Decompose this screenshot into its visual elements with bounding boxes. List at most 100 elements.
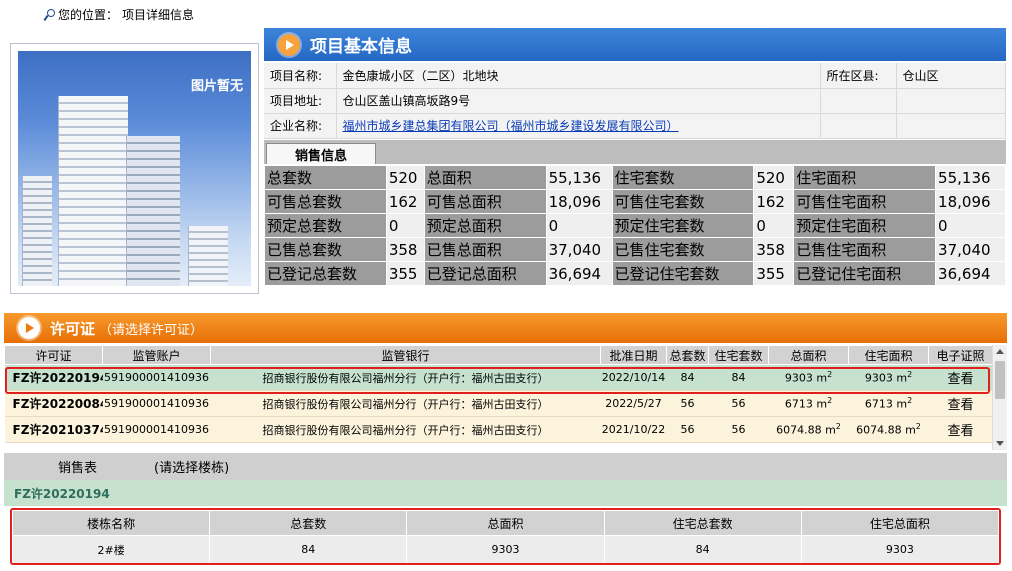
permit-account: 591900001410936	[102, 416, 211, 443]
sales-value: 37,040	[935, 237, 1006, 262]
sales-value: 18,096	[545, 189, 613, 214]
project-name-value: 金色康城小区（二区）北地块	[336, 63, 821, 89]
sales-value: 55,136	[935, 165, 1006, 190]
play-circle-icon	[278, 33, 300, 56]
permit-column-header: 住宅面积	[848, 345, 929, 365]
sales-value: 0	[385, 213, 425, 238]
sales-value: 355	[385, 261, 425, 286]
permit-account: 591900001410936	[102, 390, 211, 417]
building-column-header: 总面积	[406, 510, 605, 536]
permit-list: 许可证 监管账户 监管银行 批准日期 总套数 住宅套数 总面积 住宅面积 电子证照 FZ许202…	[4, 345, 1007, 450]
area-unit-exponent: 2	[915, 422, 921, 432]
building-cell: 84	[603, 535, 802, 563]
permit-number[interactable]: FZ许20210374	[4, 416, 103, 443]
basic-info-table: 项目名称: 金色康城小区（二区）北地块 所在区县: 仓山区 项目地址: 仓山区盖…	[264, 63, 1006, 139]
selected-permit-number: FZ许20220194	[4, 480, 1007, 506]
sales-label: 可售住宅套数	[611, 189, 755, 214]
permit-total: 56	[666, 416, 709, 443]
sales-label: 已登记住宅面积	[793, 261, 937, 286]
sales-table-hint: (请选择楼栋)	[154, 461, 230, 476]
sales-row: 已登记总套数 355 已登记总面积 36,694 已登记住宅套数 355 已登记住宅面积 36…	[264, 261, 1006, 286]
area-value: 6713	[864, 397, 897, 411]
sales-value: 55,136	[545, 165, 613, 190]
sales-label: 预定住宅套数	[611, 213, 755, 238]
sales-value: 0	[753, 213, 795, 238]
permit-table: 许可证 监管账户 监管银行 批准日期 总套数 住宅套数 总面积 住宅面积 电子证照 FZ许202…	[4, 345, 993, 443]
permit-title: 许可证	[50, 319, 96, 338]
area-unit-exponent: 2	[827, 396, 833, 406]
selected-permit-highlight	[5, 367, 990, 394]
area-value: 6074.88	[776, 423, 826, 437]
permit-column-header: 监管账户	[102, 345, 211, 365]
permit-column-header: 许可证	[4, 345, 103, 365]
basic-info-title: 项目基本信息	[310, 37, 412, 57]
area-unit: m	[825, 423, 836, 437]
no-image-text: 图片暂无	[190, 79, 243, 94]
building-column-header: 住宅总套数	[603, 510, 802, 536]
permit-total: 56	[666, 390, 709, 417]
sales-value: 37,040	[545, 237, 613, 262]
company-link[interactable]: 福州市城乡建总集团有限公司（福州市城乡建设发展有限公司）	[343, 119, 679, 133]
permit-column-header: 批准日期	[600, 345, 667, 365]
permit-header: 许可证 （请选择许可证）	[4, 313, 1007, 343]
sales-label: 可售总面积	[423, 189, 547, 214]
sales-value: 162	[753, 189, 795, 214]
permit-date: 2021/10/22	[600, 416, 667, 443]
sales-label: 已登记总面积	[423, 261, 547, 286]
area-value: 6074.88	[856, 423, 906, 437]
permit-hint: （请选择许可证）	[99, 322, 204, 338]
sales-label: 预定总套数	[264, 213, 387, 238]
company-label: 企业名称:	[264, 113, 337, 139]
project-image-frame: 图片暂无	[10, 43, 259, 294]
permit-area: 6713 m2	[768, 390, 849, 417]
building-cell: 9303	[800, 535, 999, 563]
view-license-link[interactable]: 查看	[928, 416, 993, 443]
sales-value: 358	[753, 237, 795, 262]
permit-column-header: 监管银行	[210, 345, 601, 365]
permit-column-header: 住宅套数	[708, 345, 769, 365]
sales-value: 358	[385, 237, 425, 262]
sales-value: 0	[935, 213, 1006, 238]
sales-label: 已登记总套数	[264, 261, 387, 286]
breadcrumb-prefix: 您的位置：	[58, 8, 119, 22]
tab-sales-info[interactable]: 销售信息	[266, 143, 376, 164]
sales-label: 住宅面积	[793, 165, 937, 190]
permit-column-header: 总面积	[768, 345, 849, 365]
sales-table-header: 销售表 (请选择楼栋)	[4, 453, 1007, 480]
sales-label: 住宅套数	[611, 165, 755, 190]
sales-value: 355	[753, 261, 795, 286]
permit-scrollbar[interactable]	[992, 345, 1007, 450]
area-unit: m	[896, 397, 908, 411]
permit-residential-area: 6074.88 m2	[848, 416, 929, 443]
view-license-link[interactable]: 查看	[928, 390, 993, 417]
building-row[interactable]: 2#楼 84 9303 84 9303	[12, 535, 999, 563]
area-unit-exponent: 2	[907, 396, 913, 406]
breadcrumb: 您的位置： 项目详细信息	[44, 6, 194, 23]
scroll-down-icon[interactable]	[996, 441, 1004, 446]
sales-label: 总面积	[423, 165, 547, 190]
area-unit: m	[816, 397, 828, 411]
scroll-up-icon[interactable]	[996, 349, 1004, 354]
area-value: 6713	[784, 397, 817, 411]
scroll-thumb[interactable]	[995, 361, 1005, 399]
permit-column-header: 电子证照	[928, 345, 993, 365]
address-value: 仓山区盖山镇高坂路9号	[336, 88, 821, 114]
building-table: 楼栋名称 总套数 总面积 住宅总套数 住宅总面积 2#楼 84 9303 84 9303	[12, 510, 999, 563]
sales-value: 0	[545, 213, 613, 238]
sales-label: 预定总面积	[423, 213, 547, 238]
sales-value: 36,694	[935, 261, 1006, 286]
sales-label: 可售总套数	[264, 189, 387, 214]
sales-row: 可售总套数 162 可售总面积 18,096 可售住宅套数 162 可售住宅面积 18,096	[264, 189, 1006, 214]
sales-label: 已售总面积	[423, 237, 547, 262]
permit-row[interactable]: FZ许20210374 591900001410936 招商银行股份有限公司福州分行…	[4, 416, 993, 443]
permit-row[interactable]: FZ许20220084 591900001410936 招商银行股份有限公司福州分行…	[4, 390, 993, 417]
area-unit-exponent: 2	[835, 422, 841, 432]
permit-column-header: 总套数	[666, 345, 709, 365]
sales-info-grid: 总套数 520 总面积 55,136 住宅套数 520 住宅面积 55,136 可售总套数 162…	[264, 165, 1006, 286]
permit-bank: 招商银行股份有限公司福州分行（开户行：福州古田支行）	[210, 416, 601, 443]
sales-table-title: 销售表	[58, 461, 98, 476]
play-circle-icon	[18, 317, 40, 339]
permit-residential-area: 6713 m2	[848, 390, 929, 417]
basic-info-header: 项目基本信息	[264, 28, 1006, 61]
permit-number[interactable]: FZ许20220084	[4, 390, 103, 417]
